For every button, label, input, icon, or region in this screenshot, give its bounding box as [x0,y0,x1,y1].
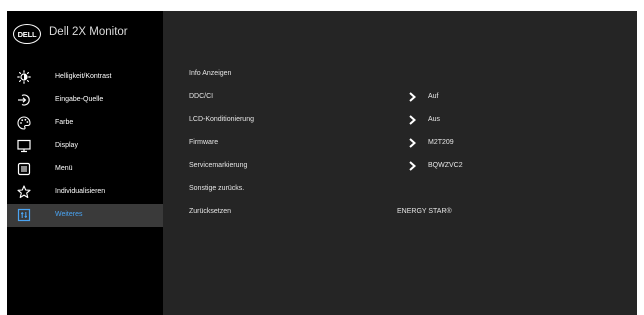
brightness-icon [17,70,31,84]
sidebar-item-label: Menü [55,165,73,172]
firmware-value: M2T209 [428,139,454,146]
other-reset-row[interactable]: Sonstige zurücks. [189,181,629,199]
sidebar-item-label: Individualisieren [55,188,106,195]
others-panel: Info Anzeigen DDC/CI Auf LCD-Konditionie… [163,11,637,315]
sidebar-menu: Helligkeit/Kontrast Eingabe-Quelle Farbe… [7,66,163,227]
sidebar-item-label: Eingabe-Quelle [55,96,104,103]
monitor-model: Dell 2X Monitor [49,26,128,38]
service-tag-label: Servicemarkierung [189,162,248,169]
star-icon [17,185,31,199]
others-icon [17,208,31,222]
sidebar-item-color[interactable]: Farbe [7,112,163,135]
chevron-right-icon [405,90,419,104]
sidebar: DELL Dell 2X Monitor Helligkeit/Kontrast… [7,11,163,315]
lcd-conditioning-value: Aus [428,116,441,123]
energy-star-value: ENERGY STAR® [397,208,452,215]
display-icon [17,139,31,153]
lcd-conditioning-label: LCD-Konditionierung [189,116,254,123]
sidebar-item-others[interactable]: Weiteres [7,204,163,227]
sidebar-item-personalize[interactable]: Individualisieren [7,181,163,204]
ddcci-label: DDC/CI [189,93,214,100]
info-row[interactable]: Info Anzeigen [189,66,629,84]
ddcci-row[interactable]: DDC/CI Auf [189,89,629,107]
input-source-icon [17,93,31,107]
ddcci-value: Auf [428,93,439,100]
chevron-right-icon [405,159,419,173]
lcd-conditioning-row[interactable]: LCD-Konditionierung Aus [189,112,629,130]
firmware-row[interactable]: Firmware M2T209 [189,135,629,153]
factory-reset-label: Zurücksetzen [189,208,232,215]
sidebar-item-label: Farbe [55,119,74,126]
color-palette-icon [17,116,31,130]
other-reset-label: Sonstige zurücks. [189,185,245,192]
osd-window: DELL Dell 2X Monitor Helligkeit/Kontrast… [7,11,637,315]
info-label: Info Anzeigen [189,70,232,77]
service-tag-row[interactable]: Servicemarkierung BQWZVC2 [189,158,629,176]
sidebar-item-label: Weiteres [55,211,83,218]
sidebar-item-input-source[interactable]: Eingabe-Quelle [7,89,163,112]
sidebar-item-brightness[interactable]: Helligkeit/Kontrast [7,66,163,89]
factory-reset-row[interactable]: Zurücksetzen ENERGY STAR® [189,204,629,222]
dell-logo: DELL [13,24,41,44]
sidebar-item-display[interactable]: Display [7,135,163,158]
sidebar-item-label: Helligkeit/Kontrast [55,73,112,80]
brand-header: DELL Dell 2X Monitor [7,11,163,59]
firmware-label: Firmware [189,139,219,146]
sidebar-item-menu[interactable]: Menü [7,158,163,181]
chevron-right-icon [405,136,419,150]
chevron-right-icon [405,113,419,127]
service-tag-value: BQWZVC2 [428,162,463,169]
menu-icon [17,162,31,176]
sidebar-item-label: Display [55,142,78,149]
